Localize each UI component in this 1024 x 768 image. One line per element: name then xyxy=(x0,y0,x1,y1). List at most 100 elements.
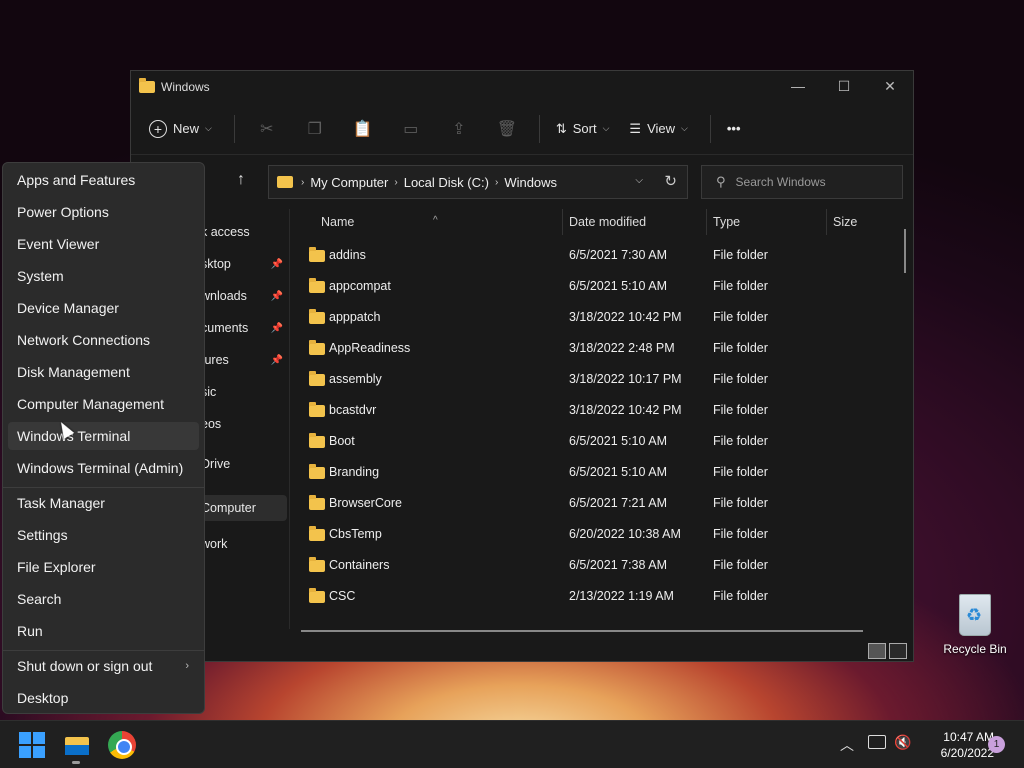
delete-icon[interactable]: 🗑 xyxy=(483,119,531,139)
title-bar[interactable]: Windows — ☐ ✕ xyxy=(131,71,913,103)
menu-item-system[interactable]: System xyxy=(8,262,199,290)
copy-icon[interactable]: ❐ xyxy=(291,119,339,139)
horizontal-scrollbar[interactable] xyxy=(301,630,863,632)
file-date: 3/18/2022 10:17 PM xyxy=(569,372,682,386)
menu-item-label: System xyxy=(17,268,64,284)
column-header-name[interactable]: Name xyxy=(321,215,354,229)
breadcrumb-windows[interactable]: Windows xyxy=(504,175,557,190)
table-row[interactable]: Containers 6/5/2021 7:38 AM File folder xyxy=(291,550,891,581)
menu-item-search[interactable]: Search xyxy=(8,585,199,613)
table-row[interactable]: Branding 6/5/2021 5:10 AM File folder xyxy=(291,457,891,488)
folder-icon xyxy=(139,78,155,93)
column-header-type[interactable]: Type xyxy=(713,215,740,229)
paste-icon[interactable]: 📋 xyxy=(339,119,387,139)
table-row[interactable]: Boot 6/5/2021 5:10 AM File folder xyxy=(291,426,891,457)
menu-item-label: Apps and Features xyxy=(17,172,136,188)
cut-icon[interactable]: ✂ xyxy=(243,119,291,139)
menu-item-disk-management[interactable]: Disk Management xyxy=(8,358,199,386)
column-header-date[interactable]: Date modified xyxy=(569,215,646,229)
table-row[interactable]: AppReadiness 3/18/2022 2:48 PM File folder xyxy=(291,333,891,364)
chevron-right-icon: › xyxy=(301,176,305,188)
chevron-down-icon[interactable]: ⌵ xyxy=(635,175,643,186)
menu-item-label: Run xyxy=(17,623,43,639)
recycle-bin-label: Recycle Bin xyxy=(943,642,1007,656)
table-row[interactable]: CSC 2/13/2022 1:19 AM File folder xyxy=(291,581,891,612)
table-row[interactable]: BrowserCore 6/5/2021 7:21 AM File folder xyxy=(291,488,891,519)
menu-item-windows-terminal[interactable]: Windows Terminal xyxy=(8,422,199,450)
sidebar-item-label: wnloads xyxy=(201,289,247,303)
tiles-view-icon[interactable] xyxy=(889,643,907,659)
menu-item-windows-terminal-admin[interactable]: Windows Terminal (Admin) xyxy=(8,454,199,482)
network-icon[interactable] xyxy=(868,735,886,749)
file-type: File folder xyxy=(713,341,768,355)
menu-item-computer-management[interactable]: Computer Management xyxy=(8,390,199,418)
menu-item-file-explorer[interactable]: File Explorer xyxy=(8,553,199,581)
menu-item-settings[interactable]: Settings xyxy=(8,521,199,549)
column-divider[interactable] xyxy=(562,209,563,235)
refresh-icon[interactable]: ↻ xyxy=(664,172,677,190)
minimize-button[interactable]: — xyxy=(775,71,821,101)
table-row[interactable]: addins 6/5/2021 7:30 AM File folder xyxy=(291,240,891,271)
menu-item-run[interactable]: Run xyxy=(8,617,199,645)
file-name: AppReadiness xyxy=(329,341,411,355)
pane-divider[interactable] xyxy=(289,209,290,629)
folder-icon xyxy=(309,495,325,510)
windows-start-icon[interactable] xyxy=(18,731,46,759)
sidebar-item-label: tures xyxy=(201,353,229,367)
up-arrow-icon[interactable]: ↑ xyxy=(237,171,245,189)
file-type: File folder xyxy=(713,527,768,541)
file-name: CbsTemp xyxy=(329,527,382,541)
search-icon: ⚲ xyxy=(716,174,726,189)
pin-icon: 📌 xyxy=(270,322,283,334)
speaker-muted-icon[interactable]: 🔇 xyxy=(894,734,911,751)
column-header-size[interactable]: Size xyxy=(833,215,857,229)
menu-item-label: Windows Terminal (Admin) xyxy=(17,460,184,476)
file-date: 2/13/2022 1:19 AM xyxy=(569,589,674,603)
vertical-scrollbar[interactable] xyxy=(904,229,906,273)
clock[interactable]: 10:47 AM 6/20/2022 xyxy=(918,729,994,761)
menu-item-power-options[interactable]: Power Options xyxy=(8,198,199,226)
menu-item-task-manager[interactable]: Task Manager xyxy=(8,489,199,517)
close-button[interactable]: ✕ xyxy=(867,71,913,101)
address-bar[interactable]: › My Computer › Local Disk (C:) › Window… xyxy=(268,165,688,199)
folder-icon xyxy=(309,557,325,572)
column-divider[interactable] xyxy=(826,209,827,235)
folder-icon xyxy=(309,247,325,262)
file-explorer-icon[interactable] xyxy=(63,731,91,759)
table-row[interactable]: assembly 3/18/2022 10:17 PM File folder xyxy=(291,364,891,395)
file-date: 3/18/2022 10:42 PM xyxy=(569,310,682,324)
share-icon[interactable]: ⇪ xyxy=(435,119,483,139)
recycle-bin-icon xyxy=(959,594,991,636)
menu-item-desktop[interactable]: Desktop xyxy=(8,684,199,712)
view-button[interactable]: ☰ View ⌵ xyxy=(629,121,687,137)
file-type: File folder xyxy=(713,434,768,448)
maximize-button[interactable]: ☐ xyxy=(821,71,867,101)
breadcrumb-local-disk[interactable]: Local Disk (C:) xyxy=(404,175,489,190)
sort-button[interactable]: ⇅ Sort ⌵ xyxy=(556,121,610,137)
table-row[interactable]: appcompat 6/5/2021 5:10 AM File folder xyxy=(291,271,891,302)
search-box[interactable]: ⚲ Search Windows xyxy=(701,165,903,199)
notification-badge[interactable]: 1 xyxy=(988,736,1005,753)
details-view-icon[interactable] xyxy=(868,643,886,659)
chrome-icon[interactable] xyxy=(108,731,136,759)
column-divider[interactable] xyxy=(706,209,707,235)
file-date: 6/5/2021 7:21 AM xyxy=(569,496,667,510)
new-button[interactable]: + New ⌵ xyxy=(149,119,212,138)
table-row[interactable]: bcastdvr 3/18/2022 10:42 PM File folder xyxy=(291,395,891,426)
rename-icon[interactable]: ▭ xyxy=(387,119,435,139)
breadcrumb-my-computer[interactable]: My Computer xyxy=(310,175,388,190)
folder-icon xyxy=(309,340,325,355)
menu-item-apps-and-features[interactable]: Apps and Features xyxy=(8,166,199,194)
view-label: View xyxy=(647,121,676,136)
menu-item-event-viewer[interactable]: Event Viewer xyxy=(8,230,199,258)
menu-item-device-manager[interactable]: Device Manager xyxy=(8,294,199,322)
chevron-up-icon[interactable]: ︿ xyxy=(840,735,854,755)
recycle-bin-shortcut[interactable]: Recycle Bin xyxy=(940,594,1010,656)
menu-item-network-connections[interactable]: Network Connections xyxy=(8,326,199,354)
column-headers: ^ Name Date modified Type Size xyxy=(291,209,911,237)
file-date: 6/5/2021 7:38 AM xyxy=(569,558,667,572)
menu-item-shut-down-or-sign-out[interactable]: Shut down or sign out › xyxy=(8,652,199,680)
table-row[interactable]: apppatch 3/18/2022 10:42 PM File folder xyxy=(291,302,891,333)
table-row[interactable]: CbsTemp 6/20/2022 10:38 AM File folder xyxy=(291,519,891,550)
more-options-button[interactable]: ••• xyxy=(727,121,741,136)
